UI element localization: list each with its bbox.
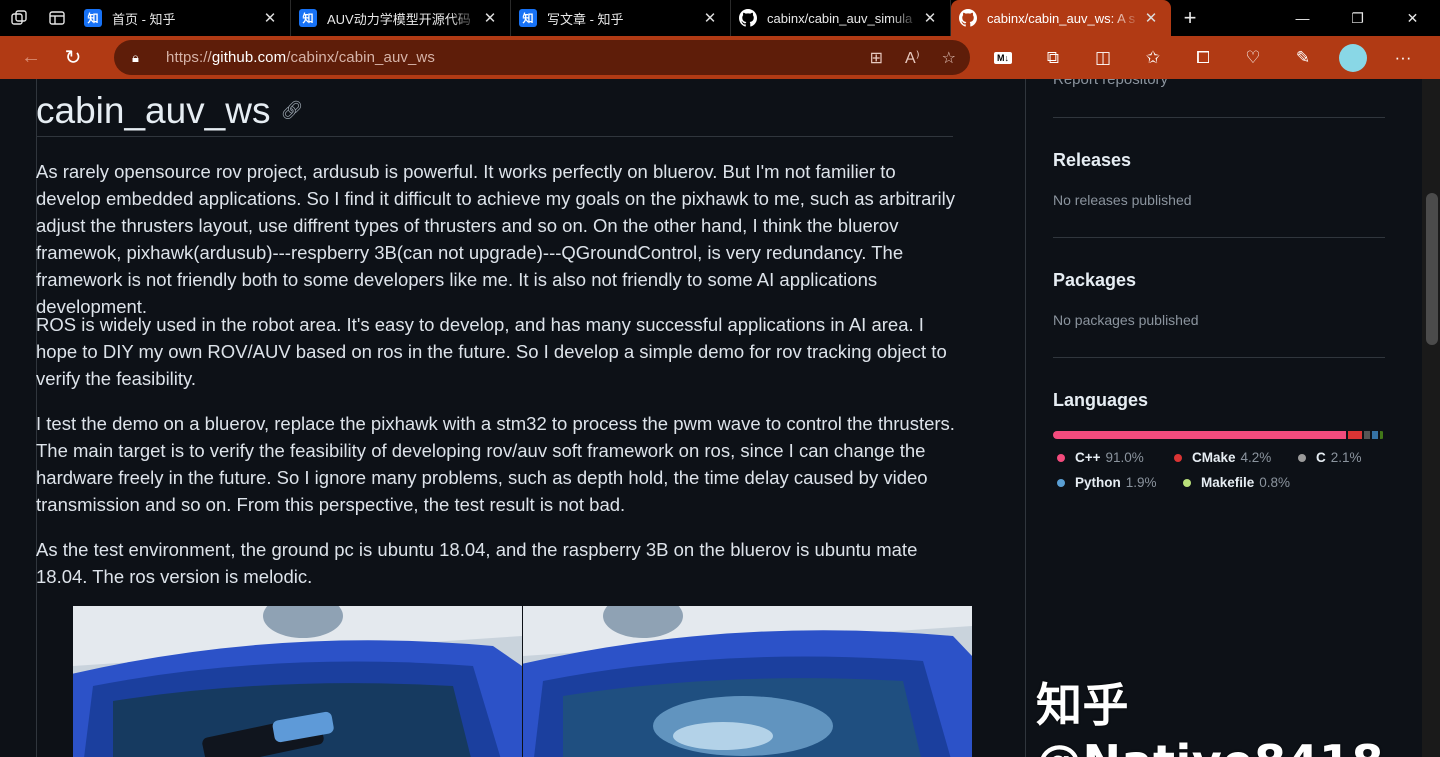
readme-paragraph: I test the demo on a bluerov, replace th…: [36, 413, 955, 515]
extensions-toolbar: M↓ ⧉ ◫ ✩ ⧠ ♡ ✎ ···: [978, 36, 1428, 79]
copilot-icon[interactable]: ✎: [1278, 48, 1328, 68]
refresh-icon[interactable]: ↻: [53, 40, 93, 76]
language-item-cmake[interactable]: CMake 4.2%: [1174, 450, 1271, 465]
language-item-python[interactable]: Python 1.9%: [1057, 475, 1157, 490]
report-repository-link[interactable]: Report repository: [1053, 79, 1168, 88]
readme-paragraph: ROS is widely used in the robot area. It…: [36, 314, 947, 389]
readme-paragraph: As the test environment, the ground pc i…: [36, 539, 918, 587]
tab-actions-icon[interactable]: [38, 0, 76, 36]
language-percent: 4.2%: [1240, 450, 1272, 465]
demo-image-right: [523, 606, 972, 757]
language-bar-segment: [1380, 431, 1384, 439]
releases-text: No releases published: [1053, 192, 1192, 208]
language-name: CMake: [1192, 450, 1236, 465]
readme-paragraph: As rarely opensource rov project, ardusu…: [36, 161, 955, 317]
close-icon[interactable]: ✕: [1141, 9, 1161, 27]
tab-title: AUV动力学模型开源代码: [327, 11, 471, 27]
tab-cabin-auv-ws[interactable]: cabinx/cabin_auv_ws: A s ✕: [951, 0, 1171, 36]
performance-icon[interactable]: ♡: [1228, 48, 1278, 68]
language-bar-segment: [1348, 431, 1362, 439]
github-icon: [739, 9, 757, 27]
anchor-link-icon[interactable]: 🔗︎: [280, 100, 303, 121]
watermark-text: 知乎 @Native8418: [1036, 678, 1384, 757]
language-percent: 2.1%: [1330, 450, 1362, 465]
favorite-star-icon[interactable]: ☆: [942, 48, 956, 68]
app-available-icon[interactable]: ⊞: [870, 48, 883, 68]
tab-title: 首页 - 知乎: [112, 11, 176, 27]
workspaces-icon[interactable]: [0, 0, 38, 36]
language-bar-segment: [1363, 431, 1371, 439]
language-item-cpp[interactable]: C++ 91.0%: [1057, 450, 1144, 465]
url-text: https://github.com/cabinx/cabin_auv_ws: [166, 49, 435, 66]
close-icon[interactable]: ✕: [700, 9, 720, 27]
tab-auv-model[interactable]: 知 AUV动力学模型开源代码 ✕: [291, 0, 511, 36]
language-item-c[interactable]: C 2.1%: [1298, 450, 1362, 465]
tab-write-article[interactable]: 知 写文章 - 知乎 ✕: [511, 0, 731, 36]
tab-title: cabinx/cabin_auv_simula: [767, 10, 913, 26]
lock-icon: 🔒︎: [132, 49, 139, 65]
language-name: Makefile: [1201, 475, 1255, 490]
back-arrow-icon[interactable]: ←: [11, 40, 51, 76]
tab-title: cabinx/cabin_auv_ws: A s: [987, 10, 1136, 26]
divider: [1053, 117, 1385, 118]
language-name: C++: [1075, 450, 1101, 465]
close-icon[interactable]: ✕: [260, 9, 280, 27]
collections-icon[interactable]: ⧠: [1178, 48, 1228, 68]
language-percent: 1.9%: [1125, 475, 1157, 490]
browser-tab-strip: 知 首页 - 知乎 ✕ 知 AUV动力学模型开源代码 ✕ 知 写文章 - 知乎 …: [0, 0, 1440, 36]
zhihu-icon: 知: [519, 9, 537, 27]
languages-heading: Languages: [1053, 390, 1149, 410]
close-icon[interactable]: ✕: [480, 9, 500, 27]
zhihu-icon: 知: [84, 9, 102, 27]
language-name: Python: [1075, 475, 1121, 490]
zhihu-icon: 知: [299, 9, 317, 27]
language-color-dot: [1183, 478, 1191, 487]
markdown-extension-icon[interactable]: M↓: [978, 51, 1028, 64]
split-screen-icon[interactable]: ◫: [1078, 48, 1128, 68]
demo-image-left: [73, 606, 522, 757]
packages-heading[interactable]: Packages: [1053, 270, 1136, 291]
page-content: cabin_auv_ws 🔗︎ As rarely opensource rov…: [0, 79, 1440, 757]
page-scrollbar[interactable]: [1422, 79, 1440, 757]
settings-more-icon[interactable]: ···: [1378, 48, 1428, 68]
language-color-dot: [1057, 453, 1065, 462]
language-color-dot: [1298, 453, 1306, 462]
extensions-icon[interactable]: ⧉: [1028, 48, 1078, 68]
page-title: cabin_auv_ws: [36, 89, 271, 131]
read-aloud-icon[interactable]: A⁾: [905, 48, 920, 68]
url-path: /cabinx/cabin_auv_ws: [286, 49, 435, 66]
scrollbar-thumb[interactable]: [1426, 193, 1438, 345]
languages-progress-bar: [1053, 431, 1385, 439]
language-color-dot: [1174, 453, 1182, 462]
github-icon: [959, 9, 977, 27]
favorites-icon[interactable]: ✩: [1128, 48, 1178, 68]
url-scheme: https://: [166, 49, 212, 66]
readme-heading: cabin_auv_ws 🔗︎: [36, 85, 953, 137]
window-controls: — ❐ ✕: [1275, 0, 1440, 36]
address-bar[interactable]: 🔒︎ https://github.com/cabinx/cabin_auv_w…: [114, 40, 970, 75]
language-bar-segment: [1372, 431, 1379, 439]
packages-text: No packages published: [1053, 312, 1199, 328]
new-tab-button[interactable]: +: [1171, 0, 1209, 36]
close-icon[interactable]: ✕: [920, 9, 940, 27]
window-close-icon[interactable]: ✕: [1385, 0, 1440, 36]
avatar: [1339, 43, 1367, 72]
language-percent: 0.8%: [1259, 475, 1291, 490]
language-percent: 91.0%: [1105, 450, 1144, 465]
restore-icon[interactable]: ❐: [1330, 0, 1385, 36]
releases-heading[interactable]: Releases: [1053, 150, 1131, 171]
language-name: C: [1316, 450, 1326, 465]
tab-cabin-auv-simula[interactable]: cabinx/cabin_auv_simula ✕: [731, 0, 951, 36]
divider: [1053, 237, 1385, 238]
tab-title: 写文章 - 知乎: [547, 11, 624, 27]
language-bar-segment: [1053, 431, 1347, 439]
minimize-icon[interactable]: —: [1275, 0, 1330, 36]
url-host: github.com: [211, 49, 287, 66]
tab-zhihu-home[interactable]: 知 首页 - 知乎 ✕: [76, 0, 291, 36]
language-item-makefile[interactable]: Makefile 0.8%: [1183, 475, 1290, 490]
language-color-dot: [1057, 478, 1065, 487]
divider: [1053, 357, 1385, 358]
profile-button[interactable]: [1328, 43, 1378, 72]
